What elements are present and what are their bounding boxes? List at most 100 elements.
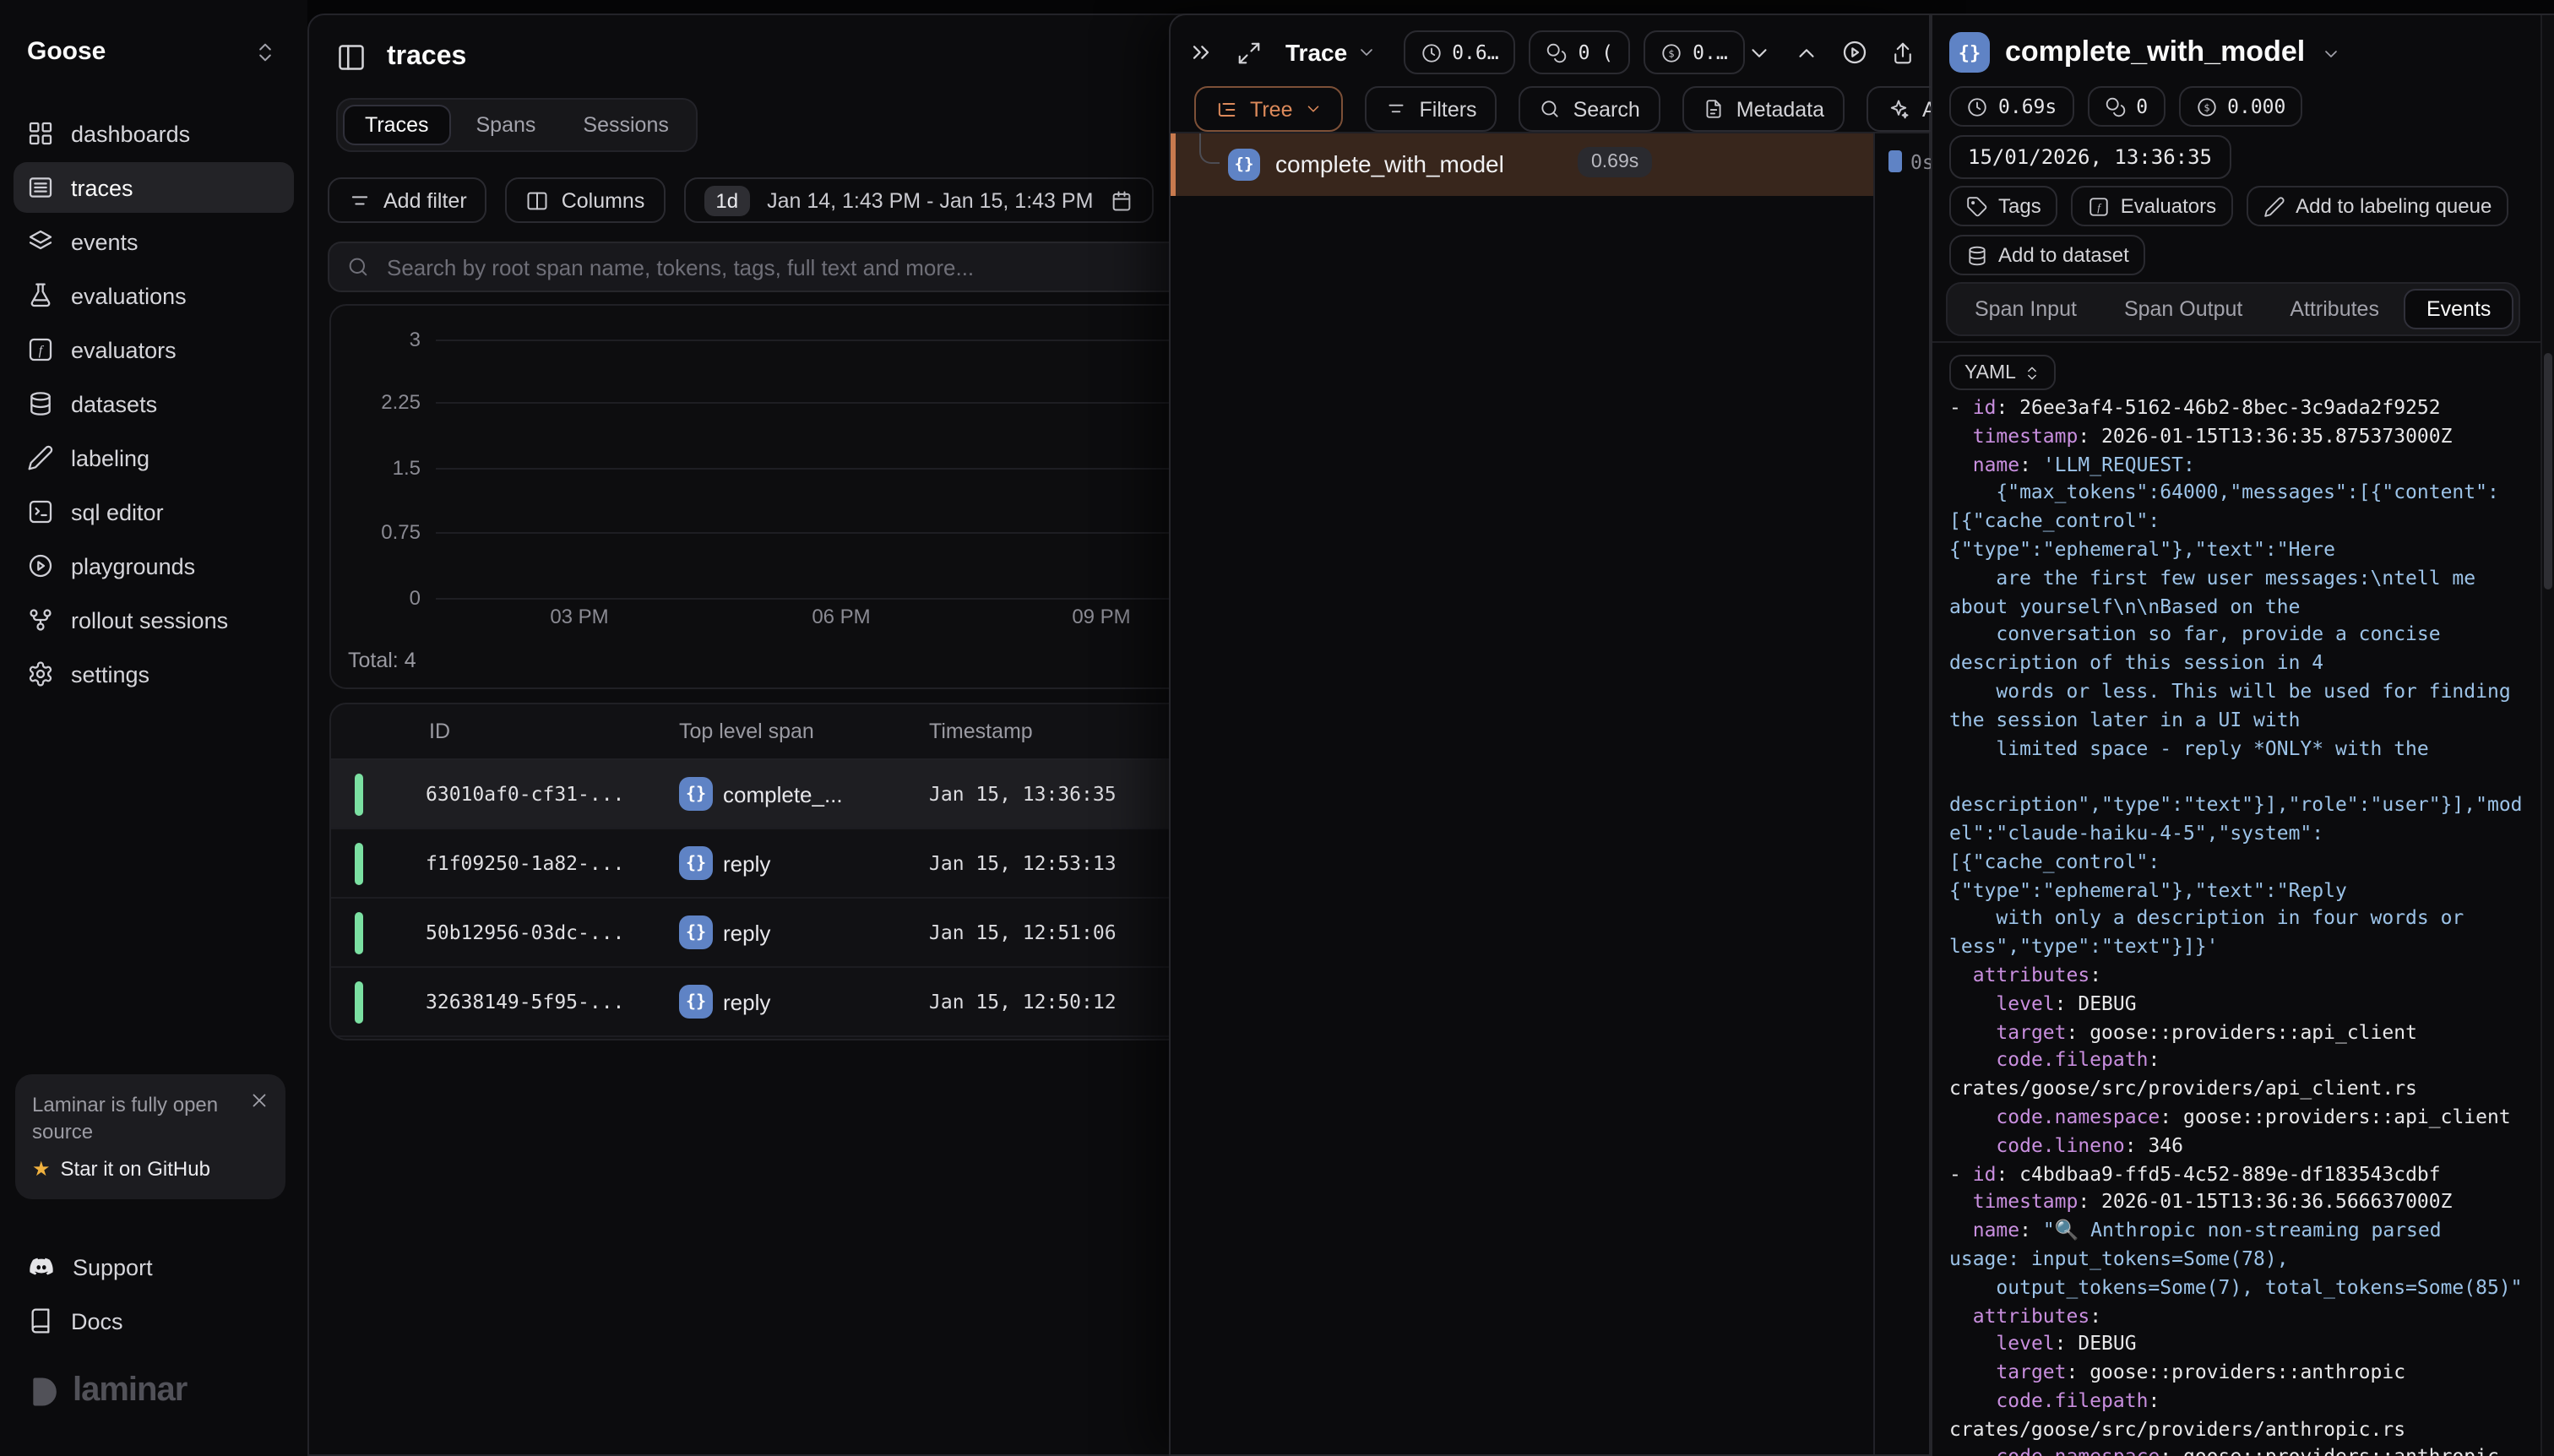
sidebar-item-sql-editor[interactable]: sql editor (14, 486, 294, 537)
gridline (436, 340, 1206, 341)
trace-selector-label: Trace (1285, 39, 1347, 66)
page-title: traces (387, 42, 466, 73)
range-preset-badge: 1d (704, 185, 750, 215)
docs-link[interactable]: Docs (27, 1307, 123, 1334)
support-link[interactable]: Support (27, 1253, 153, 1282)
scrollbar-thumb[interactable] (2544, 353, 2552, 589)
tree-icon (1215, 97, 1238, 121)
y-axis-tick: 0.75 (350, 520, 421, 544)
traces-chart: 3 2.25 1.5 0.75 0 03 PM 06 PM 09 PM Tota… (329, 304, 1208, 689)
x-axis-tick: 09 PM (1072, 605, 1130, 628)
filters-button[interactable]: Filters (1366, 86, 1497, 132)
code-line: code.lineno: 346 (1949, 1131, 2539, 1160)
view-mode-button[interactable]: Tree (1194, 86, 1344, 132)
svg-text:$: $ (2204, 101, 2209, 112)
workspace-switcher-icon[interactable] (253, 41, 277, 64)
replay-icon[interactable] (1841, 39, 1868, 66)
star-on-github-link[interactable]: ★ Star it on GitHub (32, 1157, 269, 1181)
date-range-button[interactable]: 1d Jan 14, 1:43 PM - Jan 15, 1:43 PM (683, 177, 1154, 223)
code-line: {"type":"ephemeral"},"text":"Reply (1949, 876, 2539, 905)
columns-button[interactable]: Columns (506, 177, 666, 223)
tab-attributes[interactable]: Attributes (2268, 289, 2401, 329)
sidebar-item-evaluations[interactable]: evaluations (14, 270, 294, 321)
labeling-icon (27, 444, 54, 471)
panel-toggle-icon[interactable] (336, 42, 367, 73)
code-line: - id: 26ee3af4-5162-46b2-8bec-3c9ada2f92… (1949, 394, 2539, 422)
svg-text:f: f (39, 344, 45, 358)
tab-sessions[interactable]: Sessions (561, 105, 690, 145)
evaluators-button[interactable]: f Evaluators (2072, 186, 2233, 226)
sidebar-item-labeling[interactable]: labeling (14, 432, 294, 483)
span-type-icon: {} (679, 846, 713, 880)
document-icon (1703, 98, 1725, 120)
sidebar-item-evaluators[interactable]: f evaluators (14, 324, 294, 375)
gridline (436, 468, 1206, 470)
search-icon (346, 255, 370, 279)
code-line: target: goose::providers::api_client (1949, 1018, 2539, 1046)
chevron-down-icon[interactable] (2320, 44, 2340, 64)
tags-button[interactable]: Tags (1949, 186, 2058, 226)
metadata-button[interactable]: Metadata (1682, 86, 1845, 132)
status-indicator (355, 843, 363, 885)
sidebar-item-playgrounds[interactable]: playgrounds (14, 541, 294, 591)
sidebar-item-label: traces (71, 175, 133, 200)
span-search-button[interactable]: Search (1519, 86, 1660, 132)
trace-view-controls: Tree Filters Search Metadata Ask AI (1194, 86, 2002, 132)
divider (1932, 341, 2554, 343)
share-icon[interactable] (1890, 40, 1916, 65)
close-icon[interactable] (248, 1089, 270, 1111)
sidebar-item-dashboards[interactable]: dashboards (14, 108, 294, 159)
sidebar-item-traces[interactable]: traces (14, 162, 294, 213)
chevron-down-icon[interactable] (1747, 40, 1772, 65)
format-selector[interactable]: YAML (1949, 355, 2057, 390)
tab-traces[interactable]: Traces (343, 105, 451, 145)
table-row[interactable]: 32638149-5f95-... {} reply Jan 15, 12:50… (331, 968, 1206, 1037)
code-line: {"max_tokens":64000,"messages":[{"conten… (1949, 479, 2539, 508)
table-row[interactable]: 50b12956-03dc-... {} reply Jan 15, 12:51… (331, 899, 1206, 968)
span-row-complete-with-model[interactable]: {} complete_with_model 0.69s (1171, 133, 1873, 196)
chevrons-up-down-icon (2024, 364, 2041, 381)
sidebar-item-label: events (71, 229, 139, 254)
code-line: level: DEBUG (1949, 989, 2539, 1018)
trace-selector[interactable]: Trace (1285, 39, 1376, 66)
search-bar (328, 242, 1206, 292)
table-row[interactable]: f1f09250-1a82-... {} reply Jan 15, 12:53… (331, 829, 1206, 899)
timeline-span-marker (1888, 150, 1902, 172)
span-type-icon: {} (1949, 32, 1990, 73)
sidebar-item-settings[interactable]: settings (14, 649, 294, 699)
tab-events[interactable]: Events (2405, 289, 2513, 329)
table-header: ID Top level span Timestamp (331, 704, 1206, 760)
code-line: description","type":"text"}],"role":"use… (1949, 790, 2539, 819)
fullscreen-icon[interactable] (1236, 40, 1262, 65)
support-label: Support (73, 1255, 153, 1280)
span-duration-badge: 0.69s (1578, 147, 1652, 177)
collapse-panel-icon[interactable] (1187, 39, 1215, 66)
add-to-dataset-button[interactable]: Add to dataset (1949, 235, 2146, 275)
app-window: Goose dashboards traces events evaluatio… (0, 0, 2554, 1456)
workspace-name[interactable]: Goose (27, 37, 106, 66)
code-line: are the first few user messages:\ntell m… (1949, 564, 2539, 593)
top-level-span: complete_... (723, 782, 843, 807)
trace-cost-chip: $ 0.… (1644, 30, 1745, 74)
discord-icon (27, 1253, 56, 1282)
y-axis-tick: 2.25 (350, 390, 421, 414)
sidebar-item-rollout-sessions[interactable]: rollout sessions (14, 595, 294, 645)
add-filter-button[interactable]: Add filter (328, 177, 487, 223)
date-range-label: Jan 14, 1:43 PM - Jan 15, 1:43 PM (767, 188, 1093, 212)
sidebar-item-datasets[interactable]: datasets (14, 378, 294, 429)
scrollbar[interactable] (2540, 15, 2554, 1456)
tab-span-output[interactable]: Span Output (2102, 289, 2264, 329)
search-input[interactable] (383, 253, 1187, 281)
chevron-up-icon[interactable] (1794, 40, 1819, 65)
tab-spans[interactable]: Spans (454, 105, 558, 145)
code-line: crates/goose/src/providers/api_client.rs (1949, 1074, 2539, 1103)
sidebar-item-label: sql editor (71, 499, 164, 524)
span-type-icon: {} (679, 777, 713, 811)
table-row[interactable]: 63010af0-cf31-... {} complete_... Jan 15… (331, 760, 1206, 829)
sidebar-item-events[interactable]: events (14, 216, 294, 267)
dollar-icon: $ (1660, 41, 1682, 63)
evaluations-icon (27, 282, 54, 309)
sidebar-item-label: settings (71, 661, 149, 687)
tab-span-input[interactable]: Span Input (1953, 289, 2099, 329)
add-to-labeling-queue-button[interactable]: Add to labeling queue (2247, 186, 2508, 226)
